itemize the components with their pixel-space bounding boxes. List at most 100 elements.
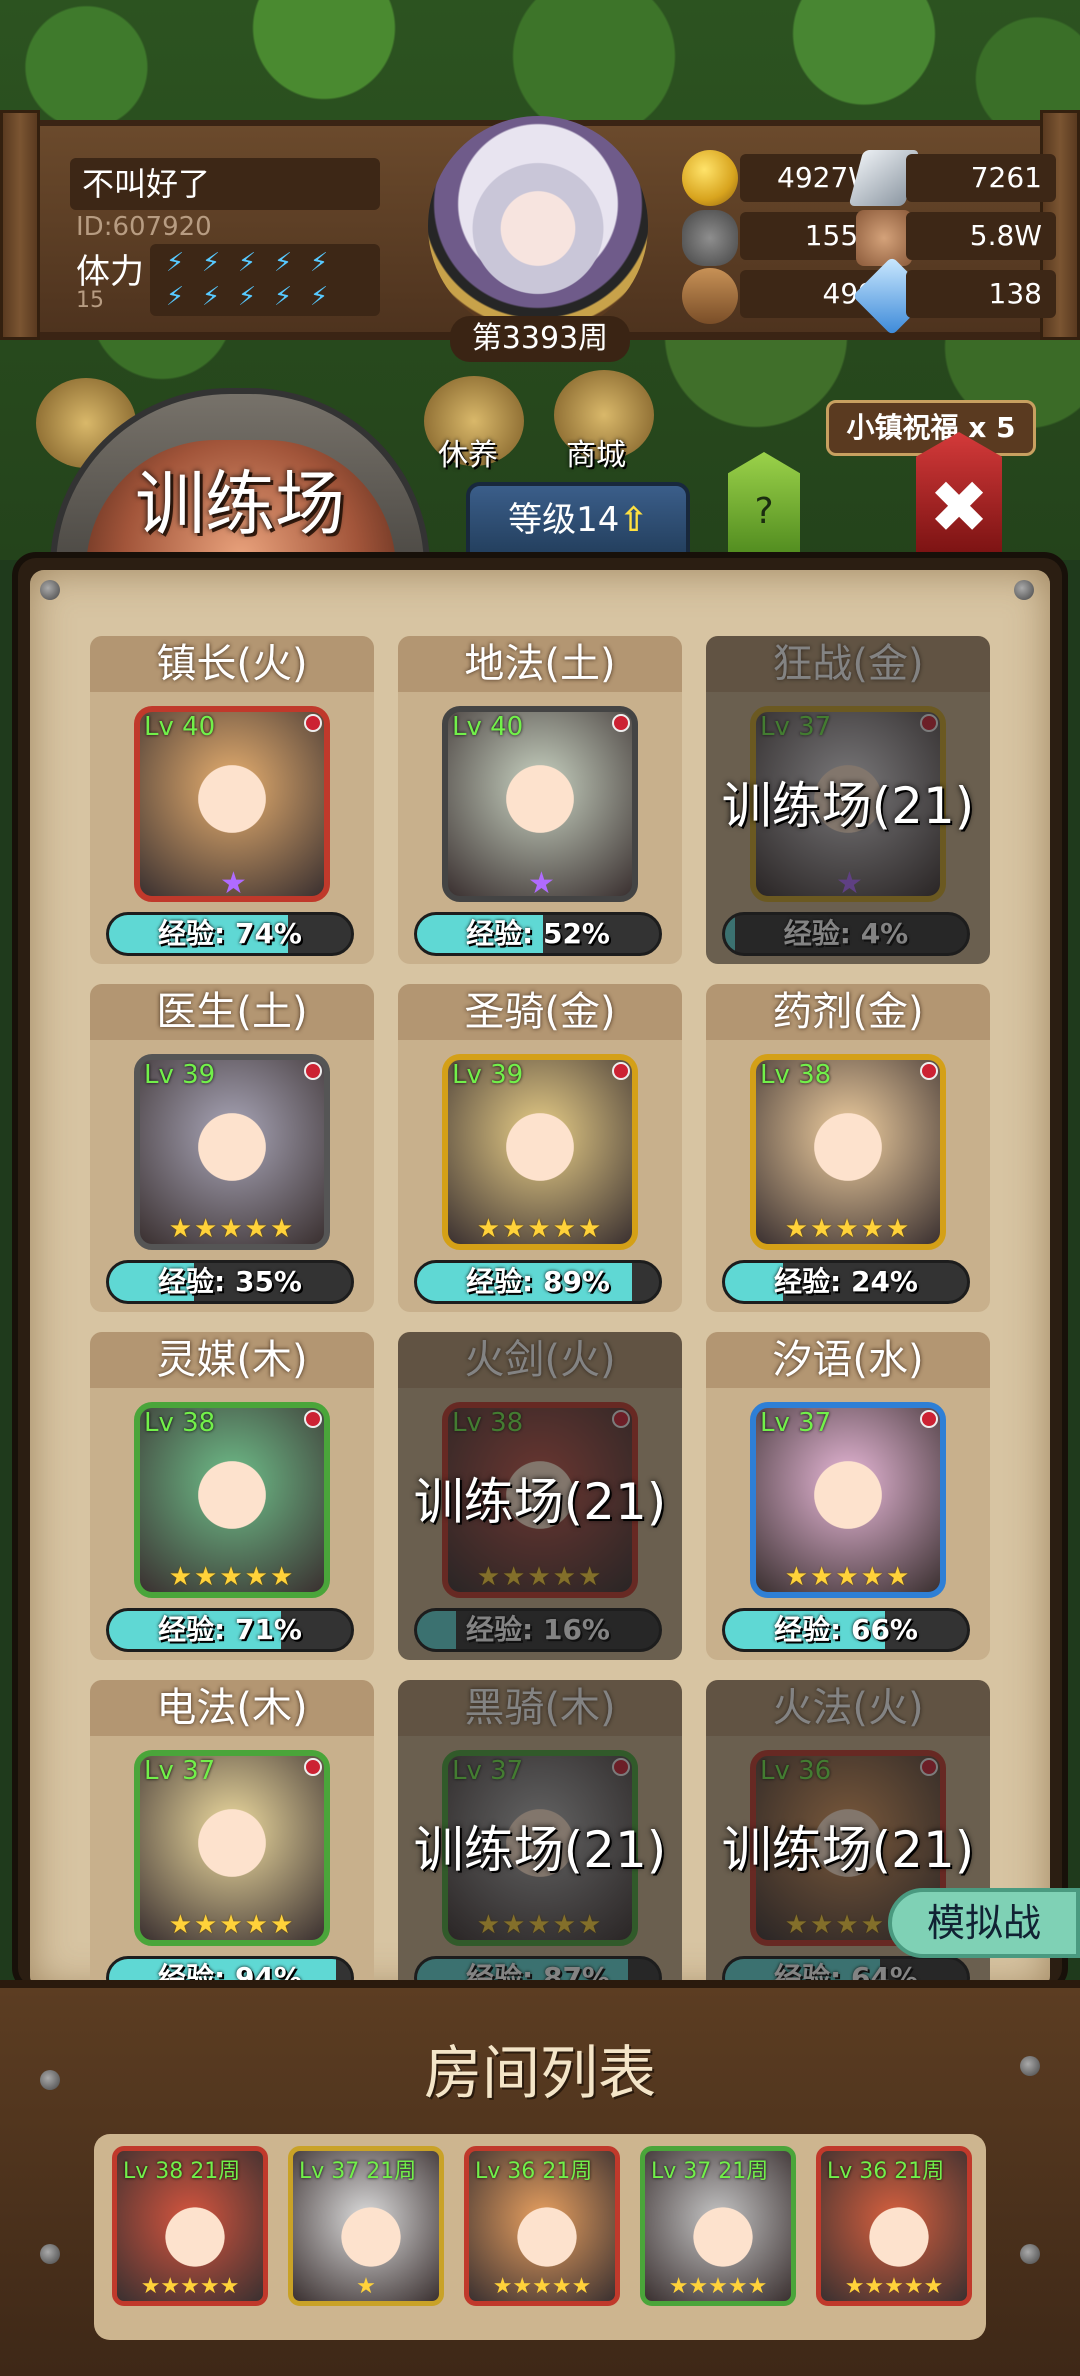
nail-icon (1020, 2244, 1040, 2264)
hero-name: 地法(土) (398, 636, 682, 692)
hero-face (798, 1450, 898, 1550)
nail-icon (1014, 580, 1034, 600)
room-member-card[interactable]: Lv 38 21周 ★★★★★ (112, 2146, 268, 2306)
hero-card[interactable]: 电法(木) Lv 37 ★★★★★ 经验: 94% (90, 1680, 374, 2008)
room-member-list: Lv 38 21周 ★★★★★ Lv 37 21周 ★ Lv 36 21周 ★★… (112, 2146, 972, 2306)
avatar-portrait (468, 146, 608, 296)
hero-face (182, 754, 282, 854)
star-rating-icon: ★★★★★ (492, 2274, 592, 2299)
hero-card[interactable]: 镇长(火) Lv 40 ★ 经验: 74% (90, 636, 374, 964)
notification-dot-icon (612, 714, 630, 732)
wood-log-icon (682, 268, 738, 324)
hero-card[interactable]: 圣骑(金) Lv 39 ★★★★★ 经验: 89% (398, 984, 682, 1312)
hero-level: Lv 36 (760, 1756, 832, 1786)
hero-name: 黑骑(木) (398, 1680, 682, 1736)
busy-training-label: 训练场(21) (413, 1473, 667, 1531)
stamina-label: 体力 (76, 252, 144, 292)
hero-grid: 镇长(火) Lv 40 ★ 经验: 74% 地法(土) Lv 40 ★ 经验: … (90, 636, 990, 2008)
hero-face (490, 754, 590, 854)
hero-card[interactable]: 药剂(金) Lv 38 ★★★★★ 经验: 24% (706, 984, 990, 1312)
room-member-card[interactable]: Lv 36 21周 ★★★★★ (464, 2146, 620, 2306)
hero-name: 火剑(火) (398, 1332, 682, 1388)
xp-bar: 经验: 4% (722, 912, 970, 956)
hero-name: 圣骑(金) (398, 984, 682, 1040)
xp-text: 经验: 89% (466, 1265, 610, 1298)
lightning-icon: ⚡ (201, 248, 221, 278)
rest-label[interactable]: 休养 (438, 430, 498, 474)
hero-level: Lv 37 (760, 712, 832, 742)
notification-dot-icon (304, 1062, 322, 1080)
week-counter: 第3393周 (450, 316, 630, 362)
hero-level: Lv 38 (452, 1408, 524, 1438)
town-blessing-badge[interactable]: 小镇祝福 x 5 (826, 400, 1036, 456)
xp-bar: 经验: 16% (414, 1608, 662, 1652)
hero-card[interactable]: 黑骑(木) Lv 37 ★★★★★ 经验: 87% 训练场(21) (398, 1680, 682, 2008)
training-level-tab[interactable]: 等级14⇧ (466, 482, 690, 556)
stamina-bar[interactable]: ⚡ ⚡ ⚡ ⚡ ⚡ ⚡ ⚡ ⚡ ⚡ ⚡ (150, 244, 380, 316)
hero-name: 狂战(金) (706, 636, 990, 692)
purple-star-icon: ★ (220, 866, 247, 901)
xp-text: 经验: 74% (158, 917, 302, 950)
member-face (501, 2191, 593, 2283)
lightning-icon: ⚡ (309, 282, 329, 312)
hero-card[interactable]: 灵媒(木) Lv 38 ★★★★★ 经验: 71% (90, 1332, 374, 1660)
nail-icon (40, 2244, 60, 2264)
xp-bar: 经验: 66% (722, 1608, 970, 1652)
notification-dot-icon (920, 714, 938, 732)
hero-level: Lv 38 (144, 1408, 216, 1438)
hero-level: Lv 38 (760, 1060, 832, 1090)
shop-label[interactable]: 商城 (566, 430, 626, 474)
notification-dot-icon (612, 1062, 630, 1080)
room-member-card[interactable]: Lv 37 21周 ★★★★★ (640, 2146, 796, 2306)
hero-name: 汐语(水) (706, 1332, 990, 1388)
iron-value: 7261 (906, 154, 1056, 202)
hero-face (182, 1798, 282, 1898)
xp-bar: 经验: 74% (106, 912, 354, 956)
room-member-card[interactable]: Lv 36 21周 ★★★★★ (816, 2146, 972, 2306)
level-up-arrow-icon: ⇧ (619, 500, 648, 540)
hero-card[interactable]: 火法(火) Lv 36 ★★★★★ 经验: 64% 训练场(21) (706, 1680, 990, 2008)
lightning-icon: ⚡ (273, 282, 293, 312)
notification-dot-icon (612, 1410, 630, 1428)
room-member-card[interactable]: Lv 37 21周 ★ (288, 2146, 444, 2306)
simulate-battle-button[interactable]: 模拟战 (888, 1888, 1080, 1958)
hero-card[interactable]: 火剑(火) Lv 38 ★★★★★ 经验: 16% 训练场(21) (398, 1332, 682, 1660)
star-rating-icon: ★★★★★ (668, 2274, 768, 2299)
leather-icon (856, 210, 912, 266)
star-rating-icon: ★★★★★ (476, 1562, 604, 1592)
help-button[interactable]: ? (728, 452, 800, 558)
lightning-icon: ⚡ (273, 248, 293, 278)
nail-icon (40, 580, 60, 600)
player-name[interactable]: 不叫好了 (70, 158, 380, 210)
star-rating-icon: ★★★★★ (476, 1214, 604, 1244)
xp-bar-fill (417, 1611, 456, 1649)
notification-dot-icon (304, 1758, 322, 1776)
star-rating-icon: ★★★★★ (476, 1910, 604, 1940)
star-rating-icon: ★★★★★ (168, 1562, 296, 1592)
lightning-icon: ⚡ (165, 248, 185, 278)
hero-card[interactable]: 汐语(水) Lv 37 ★★★★★ 经验: 66% (706, 1332, 990, 1660)
hero-level: Lv 37 (452, 1756, 524, 1786)
hero-face (182, 1450, 282, 1550)
busy-training-label: 训练场(21) (413, 1821, 667, 1879)
notification-dot-icon (920, 1758, 938, 1776)
xp-bar-fill (725, 915, 735, 953)
hero-card[interactable]: 医生(土) Lv 39 ★★★★★ 经验: 35% (90, 984, 374, 1312)
hero-level: Lv 37 (760, 1408, 832, 1438)
hero-card[interactable]: 狂战(金) Lv 37 ★ 经验: 4% 训练场(21) (706, 636, 990, 964)
xp-text: 经验: 35% (158, 1265, 302, 1298)
purple-star-icon: ★ (528, 866, 555, 901)
lightning-icon: ⚡ (237, 282, 257, 312)
ore-icon (682, 210, 738, 266)
hero-name: 医生(土) (90, 984, 374, 1040)
star-rating-icon: ★★★★★ (784, 1214, 912, 1244)
room-list-title: 房间列表 (423, 2039, 656, 2107)
member-level-week: Lv 37 21周 (299, 2159, 417, 2184)
star-rating-icon: ★★★★★ (784, 1562, 912, 1592)
star-rating-icon: ★ (356, 2274, 376, 2299)
xp-text: 经验: 71% (158, 1613, 302, 1646)
hero-card[interactable]: 地法(土) Lv 40 ★ 经验: 52% (398, 636, 682, 964)
close-button[interactable]: ✖ (916, 432, 1002, 556)
hero-face (798, 1102, 898, 1202)
player-id: ID:607920 (76, 212, 212, 242)
